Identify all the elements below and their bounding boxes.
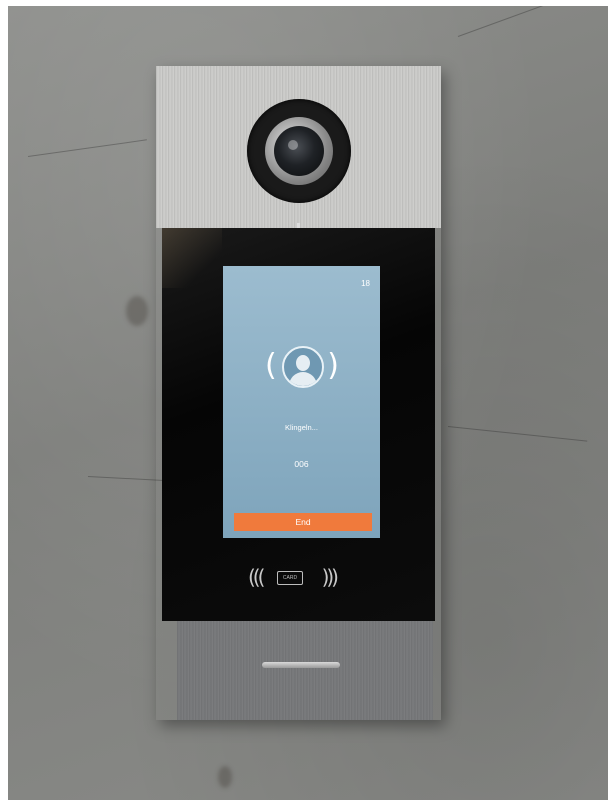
card-reader-label: CARD bbox=[277, 571, 303, 585]
nfc-wave-left-icon: ((( bbox=[248, 565, 266, 589]
avatar-icon bbox=[282, 346, 324, 388]
intercom-panel: 18 ( ) Klingeln... 006 End ((( CARD ))) bbox=[156, 66, 441, 720]
wall-crack bbox=[27, 139, 147, 157]
wall-crack bbox=[457, 6, 581, 37]
wall-crack bbox=[447, 426, 588, 442]
camera-lens bbox=[274, 126, 324, 176]
glass-reflection bbox=[162, 228, 222, 288]
speaker-plate bbox=[177, 621, 433, 720]
touch-screen: 18 ( ) Klingeln... 006 End bbox=[223, 266, 380, 538]
speaker-slot bbox=[262, 662, 340, 668]
clock-time: 18 bbox=[361, 279, 370, 288]
end-call-button[interactable]: End bbox=[234, 513, 372, 531]
camera-plate bbox=[156, 66, 441, 228]
room-number: 006 bbox=[294, 459, 309, 469]
lens-glint bbox=[288, 140, 298, 150]
wall-stain bbox=[218, 766, 232, 788]
calling-indicator: ( ) bbox=[265, 346, 339, 390]
nfc-wave-right-icon: ))) bbox=[321, 565, 340, 589]
camera-lens-ring bbox=[265, 117, 333, 185]
wall-photo: 18 ( ) Klingeln... 006 End ((( CARD ))) bbox=[8, 6, 608, 800]
glass-front: 18 ( ) Klingeln... 006 End ((( CARD ))) bbox=[162, 228, 435, 621]
nfc-card-icon[interactable]: ((( CARD ))) bbox=[248, 561, 340, 595]
wall-stain bbox=[126, 296, 148, 326]
ring-wave-left-icon: ( bbox=[265, 348, 277, 383]
call-status-text: Klingeln... bbox=[285, 423, 318, 432]
avatar-head bbox=[296, 355, 310, 371]
camera-icon bbox=[247, 99, 351, 203]
ring-wave-right-icon: ) bbox=[327, 348, 339, 383]
avatar-body bbox=[289, 372, 317, 386]
